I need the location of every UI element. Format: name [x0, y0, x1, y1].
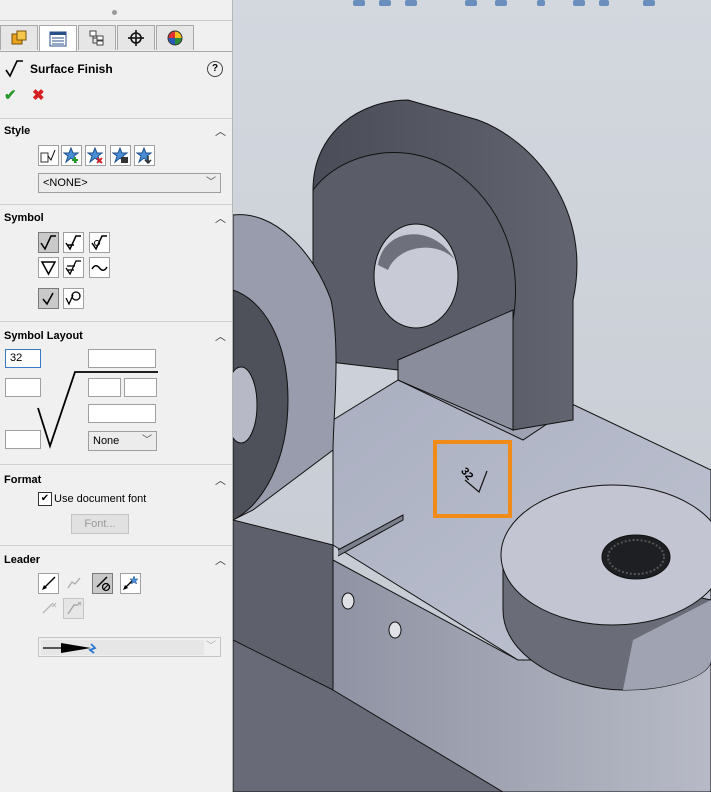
property-list-icon: [49, 31, 67, 46]
symbol-section: Symbol ︿: [0, 204, 232, 322]
style-select-value: <NONE>: [43, 177, 88, 189]
load-style-button[interactable]: [134, 145, 155, 166]
property-manager-panel: Surface Finish ? ✔ ✖ Style ︿ <NONE> ﹀ Sy…: [0, 0, 233, 792]
leader-button[interactable]: [38, 573, 59, 594]
basic-symbol-button[interactable]: [38, 232, 59, 253]
bent-leader-button[interactable]: [63, 598, 84, 619]
splitter-handle[interactable]: [112, 10, 117, 15]
no-leader-button[interactable]: [92, 573, 113, 594]
ok-button[interactable]: ✔: [4, 86, 17, 104]
triangle-down-icon: [40, 261, 57, 276]
auto-leader-button[interactable]: [120, 573, 141, 594]
machining-prohibited-icon: [91, 235, 107, 251]
save-style-button[interactable]: [110, 145, 131, 166]
display-manager-icon: [167, 30, 183, 46]
magnifier-symbol-icon: [65, 291, 81, 306]
help-button[interactable]: ?: [207, 61, 223, 77]
leader-section: Leader ︿: [0, 545, 232, 792]
tab-configuration-manager[interactable]: [78, 25, 116, 50]
star-delete-icon: [87, 147, 104, 164]
use-document-font-checkbox[interactable]: ✔: [38, 492, 52, 506]
part-model-view: 32: [233, 99, 711, 792]
leader-collapse-icon[interactable]: ︿: [215, 552, 226, 568]
straight-leader-icon: [42, 602, 57, 614]
format-header: Format: [4, 474, 42, 486]
basic-finish-icon: [40, 235, 56, 251]
tab-display-manager[interactable]: [156, 25, 194, 50]
star-load-icon: [136, 147, 153, 164]
symbol-library-button[interactable]: [63, 288, 84, 309]
side-hole-1: [341, 592, 355, 610]
jis-basic-button[interactable]: [38, 257, 59, 278]
machining-prohibited-button[interactable]: [89, 232, 110, 253]
star-add-icon: [63, 147, 80, 164]
lay-direction-select[interactable]: None ﹀: [88, 431, 157, 451]
symbol-layout-collapse-icon[interactable]: ︿: [215, 328, 226, 344]
arrow-style-select[interactable]: ﹀: [38, 637, 221, 657]
check-symbol-icon: [42, 292, 54, 306]
symbol-header: Symbol: [4, 212, 44, 224]
bent-leader-icon: [67, 577, 81, 589]
symbol-collapse-icon[interactable]: ︿: [215, 210, 226, 226]
style-update-icon: [40, 149, 56, 163]
use-document-font-label: Use document font: [54, 493, 147, 505]
iso-symbol-button[interactable]: [38, 288, 59, 309]
crosshair-icon: [128, 30, 144, 46]
symbol-layout-header: Symbol Layout: [4, 330, 83, 342]
graphics-viewport[interactable]: 32: [233, 0, 711, 792]
local-finish-icon: [65, 260, 81, 276]
leader-header: Leader: [4, 554, 41, 566]
configuration-icon: [89, 30, 104, 46]
delete-style-button[interactable]: [85, 145, 106, 166]
feature-tree-icon: [11, 30, 27, 45]
arrow-style-preview: [41, 640, 204, 655]
cancel-button[interactable]: ✖: [32, 86, 45, 104]
machining-required-icon: [65, 235, 81, 251]
chevron-down-icon: ﹀: [206, 177, 216, 188]
panel-splitter[interactable]: [0, 0, 232, 21]
add-style-button[interactable]: [61, 145, 82, 166]
tab-dimxpert-manager[interactable]: [117, 25, 155, 50]
style-collapse-icon[interactable]: ︿: [215, 123, 226, 139]
machining-required-button[interactable]: [63, 232, 84, 253]
tab-feature-manager[interactable]: [0, 25, 38, 50]
page-title: Surface Finish: [30, 62, 113, 76]
bent-leader-disabled-icon: [67, 601, 82, 615]
apply-style-button[interactable]: [38, 145, 59, 166]
chevron-down-icon: ﹀: [142, 435, 152, 446]
manager-tabs: [0, 25, 232, 52]
wave-icon: [91, 265, 108, 271]
style-header: Style: [4, 125, 31, 137]
star-save-icon: [112, 147, 129, 164]
no-leader-icon: [96, 576, 111, 592]
side-hole-2: [388, 621, 402, 639]
multi-jog-leader-button[interactable]: [63, 573, 84, 594]
local-finish-button[interactable]: [63, 257, 84, 278]
straight-leader-button[interactable]: [38, 598, 59, 619]
panel-title-row: Surface Finish: [4, 58, 228, 80]
surface-finish-icon: [5, 60, 23, 78]
tab-property-manager[interactable]: [39, 25, 77, 51]
font-button[interactable]: Font...: [71, 514, 129, 534]
lay-direction-value: None: [93, 435, 120, 447]
threaded-hole: [601, 534, 671, 580]
jis-surface-texture-button[interactable]: [89, 257, 110, 278]
style-select[interactable]: <NONE> ﹀: [38, 173, 221, 193]
format-collapse-icon[interactable]: ︿: [215, 472, 226, 488]
auto-leader-icon: [123, 575, 139, 590]
chevron-down-icon: ﹀: [206, 641, 216, 652]
leader-arrow-icon: [42, 576, 56, 590]
